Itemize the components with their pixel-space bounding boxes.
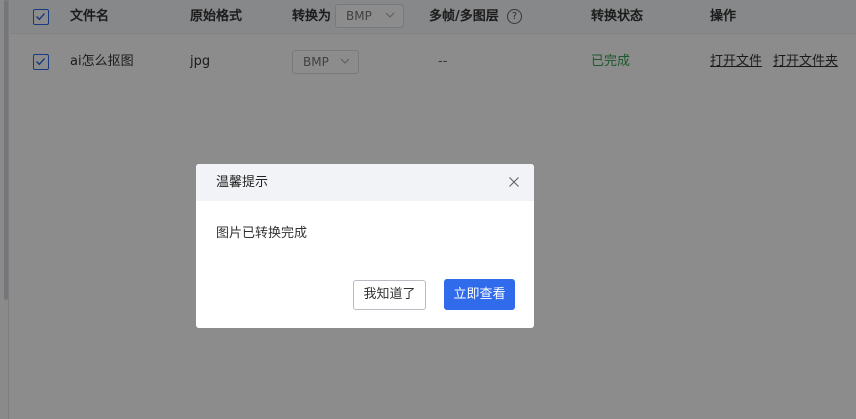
dialog-header: 温馨提示 bbox=[196, 164, 534, 201]
acknowledge-button[interactable]: 我知道了 bbox=[353, 280, 426, 310]
close-icon[interactable] bbox=[508, 176, 520, 188]
notice-dialog: 温馨提示 图片已转换完成 我知道了 立即查看 bbox=[196, 164, 534, 328]
dialog-title: 温馨提示 bbox=[216, 175, 269, 190]
view-now-button[interactable]: 立即查看 bbox=[444, 279, 515, 310]
dialog-message: 图片已转换完成 bbox=[216, 226, 308, 241]
converter-window: 文件名 原始格式 转换为 BMP 多帧/多图层 ? 转换状态 操作 ai怎么抠图… bbox=[0, 0, 856, 419]
